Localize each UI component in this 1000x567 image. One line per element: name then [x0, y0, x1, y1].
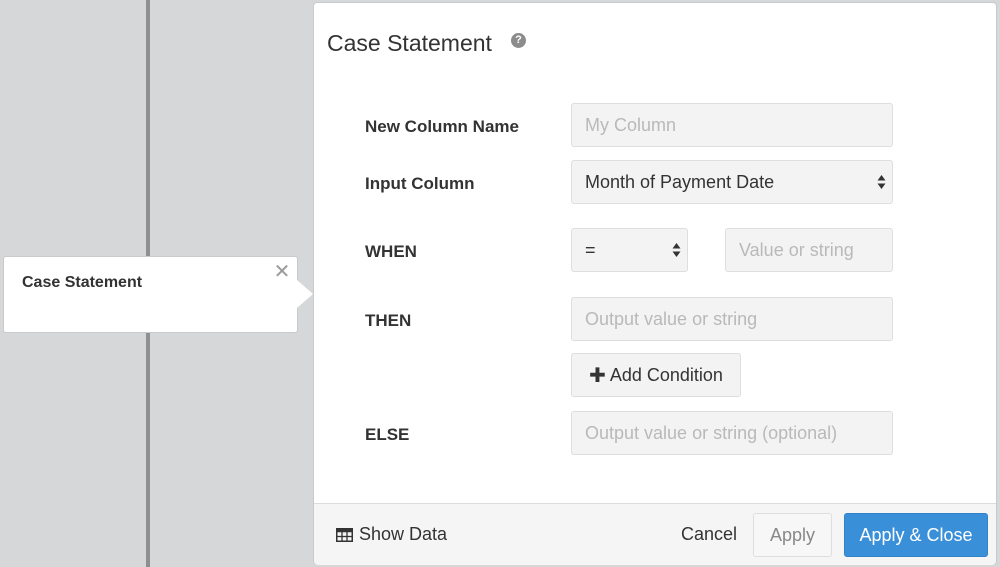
input-column-select[interactable]: Month of Payment Date — [571, 160, 893, 204]
select-arrows-icon — [672, 243, 681, 257]
case-statement-modal: Case Statement ? New Column Name My Colu… — [313, 2, 997, 565]
when-value-placeholder: Value or string — [739, 239, 854, 260]
else-input[interactable]: Output value or string (optional) — [571, 411, 893, 455]
show-data-label: Show Data — [359, 524, 448, 544]
input-column-value: Month of Payment Date — [585, 171, 775, 192]
add-condition-label: Add Condition — [609, 364, 723, 385]
modal-footer: Show Data Cancel Apply Apply & Close — [314, 503, 996, 565]
when-label: WHEN — [365, 242, 417, 261]
cancel-button[interactable]: Cancel — [681, 524, 737, 545]
else-placeholder: Output value or string (optional) — [585, 422, 838, 443]
else-label: ELSE — [365, 425, 410, 444]
new-column-label: New Column Name — [365, 117, 519, 136]
show-data-button[interactable]: Show Data — [336, 524, 447, 545]
select-arrows-icon — [877, 175, 886, 189]
new-column-placeholder: My Column — [585, 114, 677, 135]
apply-close-button[interactable]: Apply & Close — [844, 513, 988, 557]
when-operator-value: = — [585, 239, 596, 260]
then-placeholder: Output value or string — [585, 308, 758, 329]
modal-title: Case Statement — [327, 30, 492, 56]
plus-icon: ✚ — [589, 364, 606, 387]
apply-close-label: Apply & Close — [859, 524, 973, 545]
popover-pointer — [297, 280, 313, 308]
step-card-title: Case Statement — [22, 274, 143, 291]
when-value-input[interactable]: Value or string — [725, 228, 893, 272]
apply-label: Apply — [769, 524, 816, 545]
step-card-case-statement[interactable]: Case Statement ✕ — [3, 256, 298, 333]
when-operator-select[interactable]: = — [571, 228, 688, 272]
help-icon[interactable]: ? — [511, 33, 526, 48]
table-icon — [336, 527, 353, 542]
apply-button[interactable]: Apply — [753, 513, 832, 557]
input-column-label: Input Column — [365, 174, 475, 193]
new-column-input[interactable]: My Column — [571, 103, 893, 147]
then-label: THEN — [365, 311, 412, 330]
then-input[interactable]: Output value or string — [571, 297, 893, 341]
close-icon[interactable]: ✕ — [272, 262, 292, 282]
add-condition-button[interactable]: ✚ Add Condition — [571, 353, 741, 397]
